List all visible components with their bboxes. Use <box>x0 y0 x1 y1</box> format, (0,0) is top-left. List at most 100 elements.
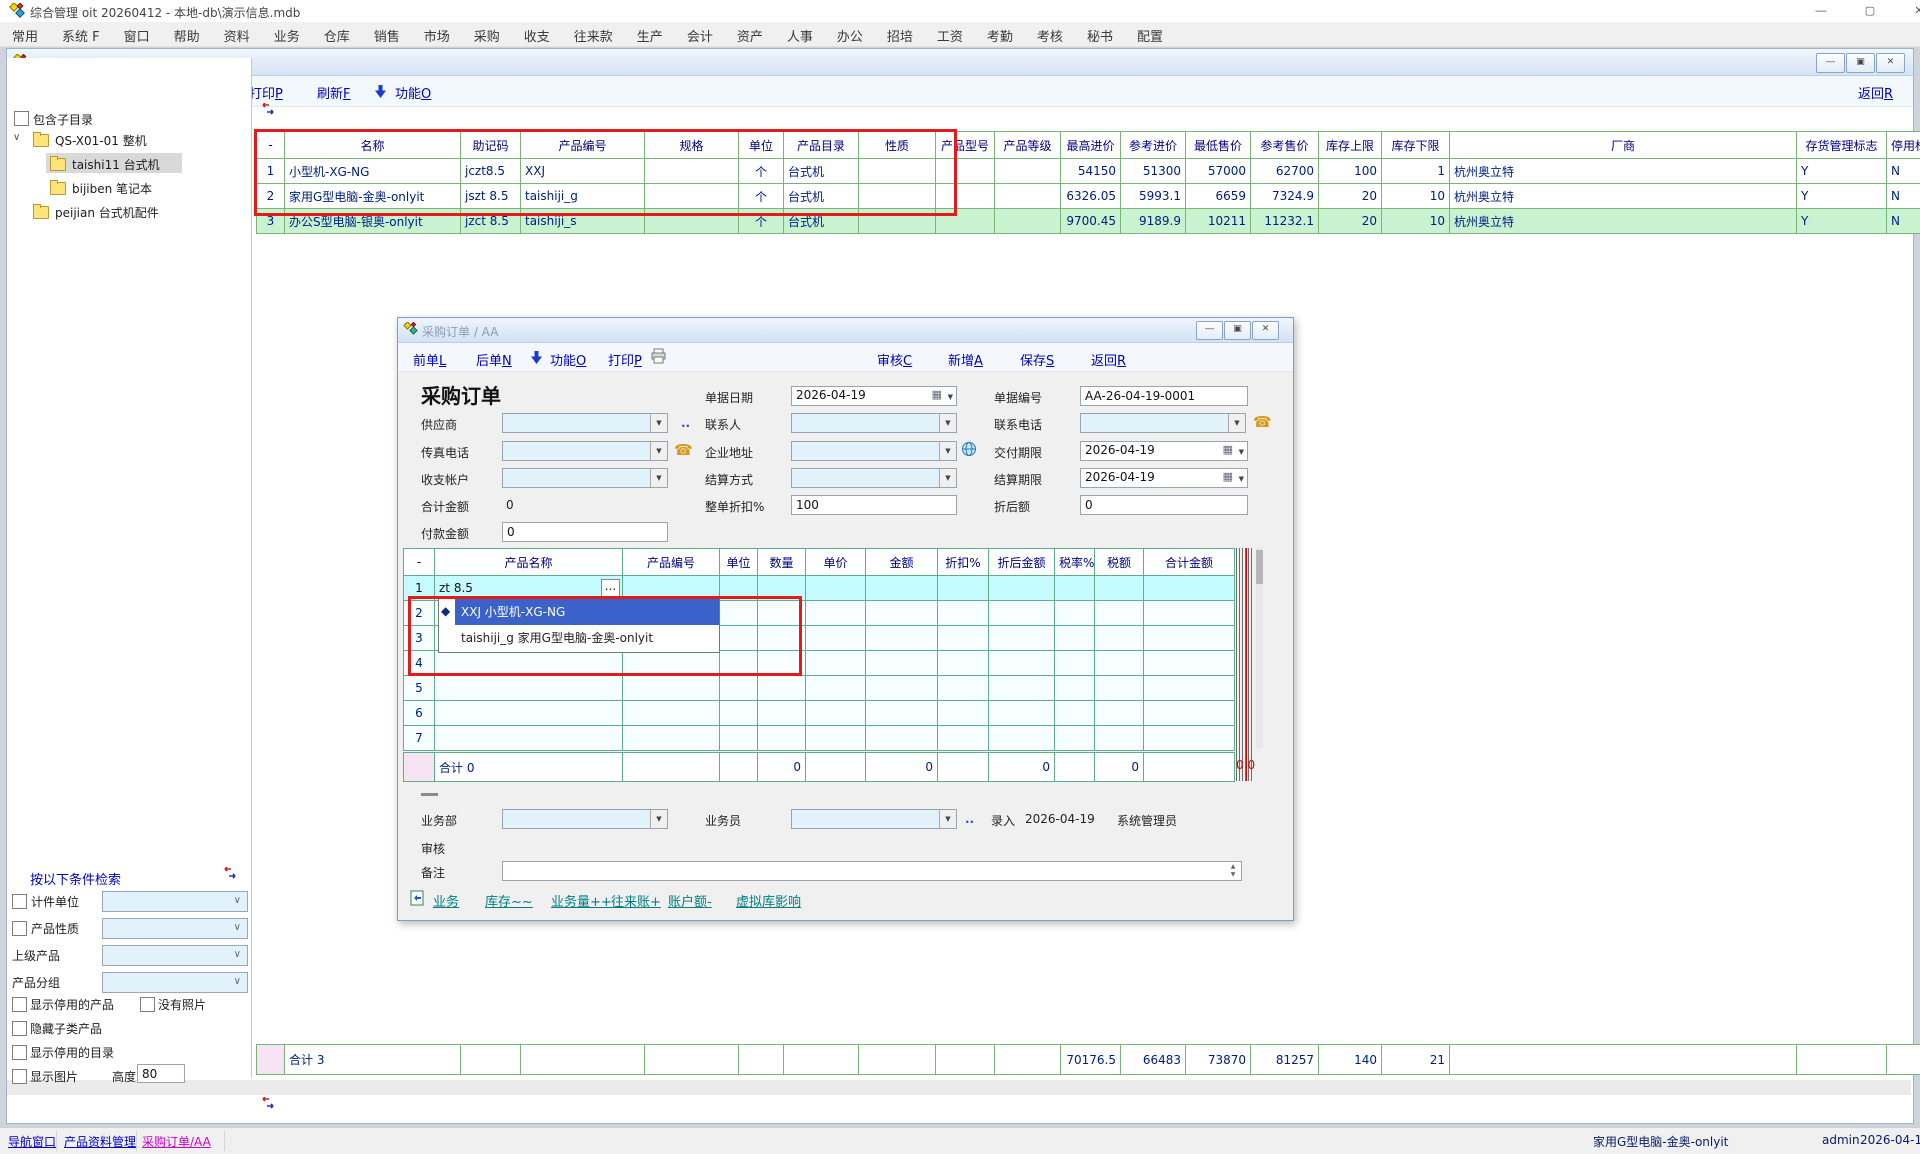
dialog-toolbar-save-button[interactable]: 保存S <box>1020 350 1054 369</box>
menu-item-10[interactable]: 收支 <box>512 22 562 45</box>
grid-col-header-3[interactable]: 单位 <box>720 549 758 576</box>
footer-link-0[interactable]: 业务 <box>433 891 459 910</box>
option-checkbox-2[interactable] <box>12 1021 27 1036</box>
swap-icon[interactable] <box>260 103 276 115</box>
menu-item-8[interactable]: 市场 <box>412 22 462 45</box>
status-tab-1[interactable]: 产品资料管理 <box>64 1133 136 1150</box>
globe-icon[interactable] <box>961 441 977 457</box>
col-header-18[interactable]: 停用标志 <box>1887 132 1920 159</box>
menu-item-2[interactable]: 窗口 <box>112 22 162 45</box>
toolbar-refresh-button[interactable]: 刷新F <box>317 83 351 102</box>
menu-item-22[interactable]: 配置 <box>1125 22 1175 45</box>
col-header-15[interactable]: 库存下限 <box>1382 132 1450 159</box>
filter-dropdown-2[interactable]: ∨ <box>102 945 248 966</box>
doc-date-input[interactable]: 2026-04-19▦▼ <box>791 386 957 406</box>
dialog-restore-icon[interactable]: ▣ <box>1224 321 1251 340</box>
salesman-dropdown[interactable]: ▼ <box>791 809 957 829</box>
note-spinner[interactable]: ▲▼ <box>1227 863 1239 879</box>
grid-col-header-10[interactable]: 税额 <box>1095 549 1144 576</box>
option-checkbox-3[interactable] <box>12 1045 27 1060</box>
menu-item-14[interactable]: 资产 <box>725 22 775 45</box>
dialog-toolbar-functions-button[interactable]: 功能O <box>550 350 586 369</box>
menu-item-19[interactable]: 考勤 <box>975 22 1025 45</box>
grid-col-header-9[interactable]: 税率% <box>1055 549 1095 576</box>
menu-item-1[interactable]: 系统 F <box>50 22 112 45</box>
salesman-more[interactable]: .. <box>965 812 974 826</box>
grid-col-header-8[interactable]: 折后金额 <box>989 549 1055 576</box>
supplier-dropdown[interactable]: ▼ <box>502 413 668 433</box>
grid-col-header-7[interactable]: 折扣% <box>938 549 989 576</box>
footer-link-3[interactable]: 往来账+ <box>611 891 661 910</box>
filter-checkbox-1[interactable] <box>12 921 27 936</box>
dept-dropdown[interactable]: ▼ <box>502 809 668 829</box>
col-header-9[interactable]: 产品等级 <box>995 132 1061 159</box>
after-discount-input[interactable] <box>1080 495 1248 515</box>
menu-item-18[interactable]: 工资 <box>925 22 975 45</box>
dialog-toolbar-audit-button[interactable]: 审核C <box>877 350 912 369</box>
grid-row[interactable]: 7 <box>404 726 1235 751</box>
menu-item-7[interactable]: 销售 <box>362 22 412 45</box>
dialog-minimize-icon[interactable]: ― <box>1196 321 1223 340</box>
doc-no-input[interactable] <box>1080 386 1248 406</box>
supplier-more[interactable]: .. <box>681 416 690 430</box>
fax-phone-icon[interactable]: ☎ <box>674 441 693 459</box>
grid-col-header-6[interactable]: 金额 <box>866 549 938 576</box>
delivery-date-input[interactable]: 2026-04-19▦▼ <box>1080 441 1248 461</box>
dialog-close-icon[interactable]: ✕ <box>1252 321 1279 340</box>
phone-icon[interactable]: ☎ <box>1253 413 1272 431</box>
option-checkbox-0[interactable] <box>12 997 27 1012</box>
footer-link-2[interactable]: 业务量++ <box>551 891 612 910</box>
child-close-icon[interactable]: ✕ <box>1876 53 1905 73</box>
status-tab-2[interactable]: 采购订单/AA <box>142 1133 211 1150</box>
splitter-handle[interactable] <box>421 793 438 796</box>
menu-item-16[interactable]: 办公 <box>825 22 875 45</box>
refresh-doc-icon[interactable] <box>410 890 424 909</box>
printer-icon[interactable] <box>650 348 667 367</box>
child-minimize-icon[interactable]: ― <box>1816 53 1845 73</box>
menu-item-20[interactable]: 考核 <box>1025 22 1075 45</box>
col-header-13[interactable]: 参考售价 <box>1251 132 1319 159</box>
discount-input[interactable] <box>791 495 957 515</box>
col-header-10[interactable]: 最高进价 <box>1061 132 1121 159</box>
dialog-toolbar-add-button[interactable]: 新增A <box>948 350 983 369</box>
note-input[interactable]: ▲▼ <box>502 861 1242 881</box>
grid-col-header-5[interactable]: 单价 <box>806 549 866 576</box>
tree-item-1[interactable]: taishi11 台式机 <box>72 156 160 173</box>
col-header-17[interactable]: 存货管理标志 <box>1797 132 1887 159</box>
menu-item-12[interactable]: 生产 <box>625 22 675 45</box>
menu-item-4[interactable]: 资料 <box>212 22 262 45</box>
option-checkbox-4[interactable] <box>12 1069 27 1084</box>
grid-col-header-1[interactable]: 产品名称 <box>435 549 623 576</box>
dialog-toolbar-return-button[interactable]: 返回R <box>1091 350 1126 369</box>
footer-link-1[interactable]: 库存~~ <box>485 891 533 910</box>
filter-dropdown-1[interactable]: ∨ <box>102 918 248 939</box>
hscrollbar[interactable] <box>7 1080 1911 1095</box>
toolbar-print-button[interactable]: 打印P <box>249 83 283 102</box>
address-dropdown[interactable]: ▼ <box>791 441 957 461</box>
menu-item-11[interactable]: 往来款 <box>562 22 625 45</box>
tree-expander-icon[interactable]: ∨ <box>13 132 20 143</box>
footer-link-4[interactable]: 账户额- <box>668 891 712 910</box>
swap-icon-bottom[interactable] <box>260 1097 276 1109</box>
phone-dropdown[interactable]: ▼ <box>1080 413 1246 433</box>
menu-item-17[interactable]: 招培 <box>875 22 925 45</box>
menu-item-6[interactable]: 仓库 <box>312 22 362 45</box>
tree-item-0[interactable]: QS-X01-01 整机 <box>55 132 147 149</box>
payment-input[interactable] <box>502 522 668 542</box>
grid-row[interactable]: 5 <box>404 676 1235 701</box>
fax-dropdown[interactable]: ▼ <box>502 441 668 461</box>
tree-item-3[interactable]: peijian 台式机配件 <box>55 204 159 221</box>
col-header-16[interactable]: 厂商 <box>1450 132 1797 159</box>
settle-term-input[interactable]: 2026-04-19▦▼ <box>1080 468 1248 488</box>
menu-item-0[interactable]: 常用 <box>0 22 50 45</box>
footer-link-5[interactable]: 虚拟库影响 <box>736 891 801 910</box>
include-subdir-checkbox[interactable] <box>14 111 29 126</box>
menu-item-21[interactable]: 秘书 <box>1075 22 1125 45</box>
account-dropdown[interactable]: ▼ <box>502 468 668 488</box>
col-header-14[interactable]: 库存上限 <box>1319 132 1382 159</box>
app-close-icon[interactable]: ✕ <box>1896 0 1920 22</box>
menu-item-15[interactable]: 人事 <box>775 22 825 45</box>
menu-item-9[interactable]: 采购 <box>462 22 512 45</box>
menu-item-5[interactable]: 业务 <box>262 22 312 45</box>
grid-col-header-2[interactable]: 产品编号 <box>623 549 720 576</box>
